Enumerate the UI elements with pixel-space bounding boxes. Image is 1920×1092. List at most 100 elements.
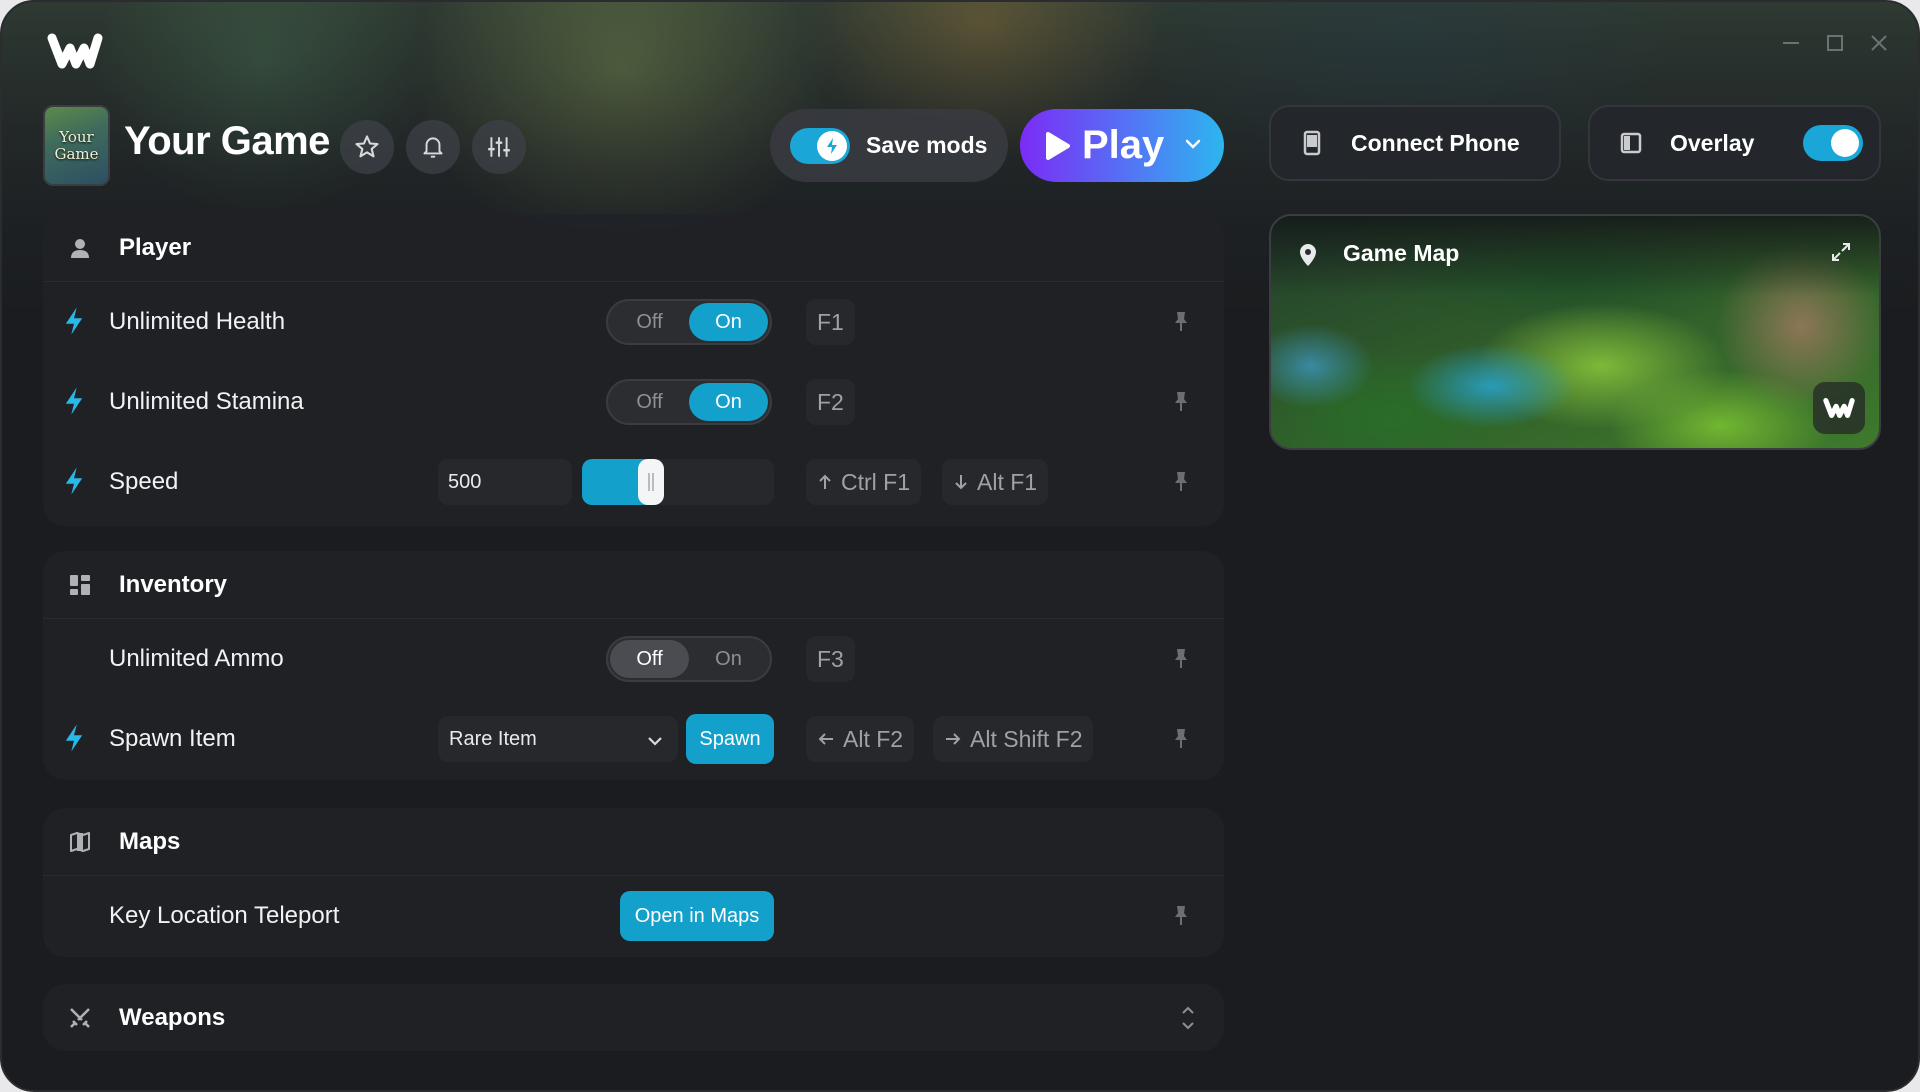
game-thumbnail-text: Your Game [54, 127, 99, 163]
hotkey-label: Alt F1 [977, 468, 1038, 495]
overlay-label: Overlay [1670, 129, 1755, 156]
item-select[interactable]: Rare Item [438, 716, 678, 762]
maximize-icon[interactable] [1826, 34, 1844, 52]
arrow-right-icon [946, 733, 961, 745]
mod-label: Unlimited Ammo [109, 645, 284, 672]
hotkey-next[interactable]: Alt Shift F2 [933, 716, 1094, 762]
lightning-icon [63, 306, 93, 338]
play-label: Play [1082, 123, 1165, 167]
map-icon [65, 827, 95, 857]
toggle-on[interactable]: On [689, 640, 768, 678]
save-mods-label: Save mods [866, 132, 988, 158]
hotkey-decrease[interactable]: Alt F1 [942, 459, 1049, 505]
window-controls [1782, 34, 1888, 52]
slider-thumb[interactable] [638, 459, 664, 505]
arrow-up-icon [819, 474, 831, 489]
mod-label: Key Location Teleport [109, 902, 340, 929]
section-title: Weapons [119, 1003, 226, 1031]
app-window: Your Game Your Game Save mods Play Conne… [0, 0, 1920, 1092]
favorite-button[interactable] [340, 120, 394, 174]
game-map-title: Game Map [1343, 240, 1460, 266]
hotkey-previous[interactable]: Alt F2 [806, 716, 915, 762]
mod-label: Unlimited Stamina [109, 388, 304, 415]
close-icon[interactable] [1870, 34, 1888, 52]
arrow-down-icon [955, 475, 967, 490]
connect-phone-button[interactable]: Connect Phone [1269, 105, 1561, 181]
mod-row-unlimited-stamina: Unlimited Stamina Off On F2 [43, 362, 1224, 442]
hotkey[interactable]: F3 [806, 636, 855, 682]
toggle-off[interactable]: Off [610, 383, 689, 421]
chevron-down-icon[interactable] [1184, 137, 1202, 155]
section-header[interactable]: Inventory [43, 551, 1224, 619]
mod-row-unlimited-ammo: Unlimited Ammo Off On F3 [43, 619, 1224, 699]
pin-icon[interactable] [1173, 727, 1195, 751]
overlay-control: Overlay [1588, 105, 1881, 181]
sliders-icon [488, 137, 510, 157]
section-maps: Maps Key Location Teleport Open in Maps [43, 808, 1224, 957]
mod-row-spawn-item: Spawn Item Rare Item Spawn Alt F2 Alt Sh… [43, 699, 1224, 779]
hotkey-increase[interactable]: Ctrl F1 [806, 459, 921, 505]
hotkey[interactable]: F1 [806, 299, 855, 345]
play-button[interactable]: Play [1020, 109, 1224, 182]
spawn-button[interactable]: Spawn [686, 714, 774, 764]
play-icon [1046, 131, 1070, 160]
mod-row-speed: Speed 500 Ctrl F1 Alt F1 [43, 442, 1224, 522]
item-select-value: Rare Item [449, 727, 537, 750]
mod-label: Unlimited Health [109, 308, 286, 335]
section-player: Player Unlimited Health Off On F1 Unlimi… [43, 214, 1224, 526]
expand-icon[interactable] [1831, 242, 1851, 267]
section-header[interactable]: Weapons [43, 984, 1224, 1051]
overlay-icon [1618, 130, 1644, 156]
speed-input[interactable]: 500 [438, 459, 572, 505]
hotkey-label: Ctrl F1 [841, 468, 910, 495]
chevron-down-icon [646, 730, 664, 753]
section-weapons[interactable]: Weapons [43, 984, 1224, 1051]
mod-row-key-location-teleport: Key Location Teleport Open in Maps [43, 876, 1224, 956]
save-mods-toggle[interactable] [790, 127, 850, 164]
toggle-on[interactable]: On [689, 303, 768, 341]
toggle-unlimited-health[interactable]: Off On [606, 299, 772, 345]
mod-row-unlimited-health: Unlimited Health Off On F1 [43, 282, 1224, 362]
section-header[interactable]: Player [43, 214, 1224, 282]
lightning-icon [63, 466, 93, 498]
game-title: Your Game [124, 119, 330, 163]
pin-icon[interactable] [1173, 470, 1195, 494]
pin-icon[interactable] [1173, 310, 1195, 334]
grid-icon [65, 570, 95, 600]
hotkey[interactable]: F2 [806, 379, 855, 425]
minimize-icon[interactable] [1782, 34, 1800, 52]
game-thumbnail: Your Game [43, 105, 110, 186]
star-icon [355, 135, 379, 158]
game-map-card[interactable]: Game Map [1269, 214, 1881, 450]
arrow-left-icon [818, 733, 833, 745]
lightning-icon [63, 723, 93, 755]
wemod-logo-icon[interactable] [46, 30, 104, 72]
lightning-icon [817, 130, 847, 161]
open-in-maps-button[interactable]: Open in Maps [620, 891, 774, 941]
mod-label: Spawn Item [109, 725, 236, 752]
hotkey-label: Alt Shift F2 [970, 725, 1083, 752]
toggle-unlimited-ammo[interactable]: Off On [606, 636, 772, 682]
section-inventory: Inventory Unlimited Ammo Off On F3 Spawn… [43, 551, 1224, 780]
pin-icon[interactable] [1173, 647, 1195, 671]
speed-slider[interactable] [582, 459, 774, 505]
expand-collapse-icon[interactable] [1180, 1004, 1196, 1037]
toggle-off[interactable]: Off [610, 640, 689, 678]
map-pin-icon [1297, 242, 1319, 273]
overlay-toggle[interactable] [1803, 125, 1863, 161]
wemod-badge-icon [1813, 382, 1865, 434]
pin-icon[interactable] [1173, 390, 1195, 414]
toggle-unlimited-stamina[interactable]: Off On [606, 379, 772, 425]
lightning-icon [63, 386, 93, 418]
phone-icon [1299, 130, 1325, 156]
settings-button[interactable] [472, 120, 526, 174]
bell-icon [423, 137, 443, 158]
section-header[interactable]: Maps [43, 808, 1224, 876]
crossed-swords-icon [65, 1003, 95, 1033]
toggle-on[interactable]: On [689, 383, 768, 421]
pin-icon[interactable] [1173, 904, 1195, 928]
toggle-off[interactable]: Off [610, 303, 689, 341]
notifications-button[interactable] [406, 120, 460, 174]
save-mods-control: Save mods [770, 109, 1008, 182]
section-title: Maps [119, 827, 181, 855]
